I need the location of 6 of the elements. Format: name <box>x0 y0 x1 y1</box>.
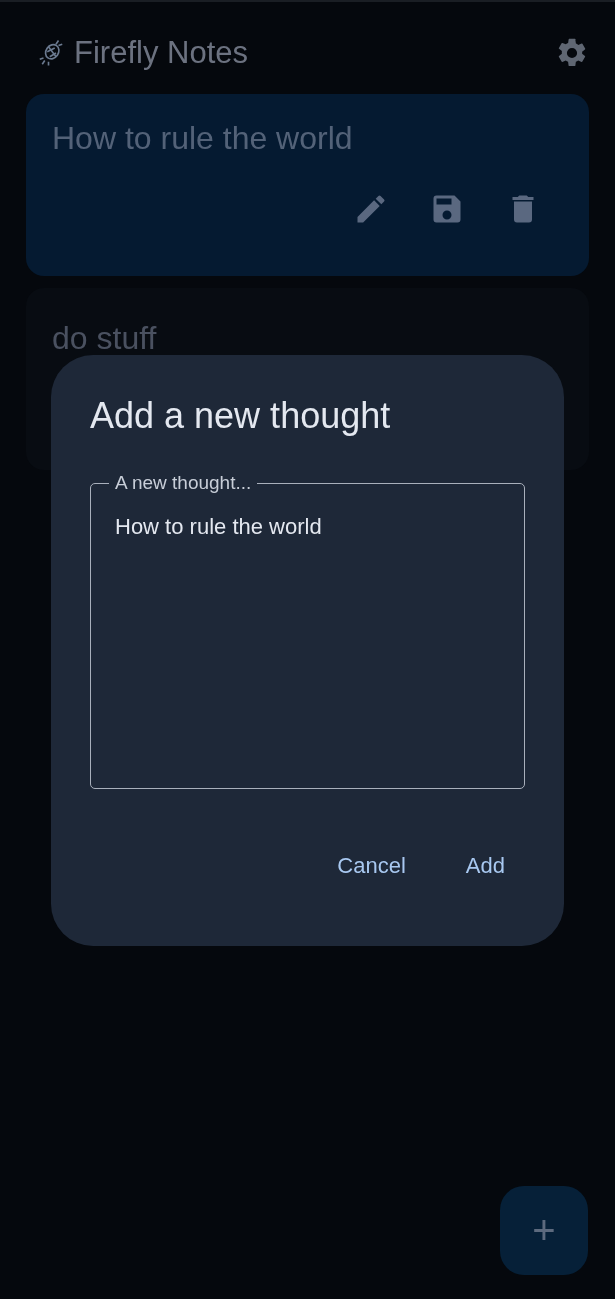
note-text: How to rule the world <box>52 120 354 157</box>
dialog-button[interactable]: Add <box>445 845 525 887</box>
note-text: do stuff <box>52 320 158 357</box>
dialog-button[interactable]: Cancel <box>317 845 426 887</box>
dialog-title: Add a new thought <box>90 395 392 437</box>
app-title: Firefly Notes <box>74 35 249 71</box>
